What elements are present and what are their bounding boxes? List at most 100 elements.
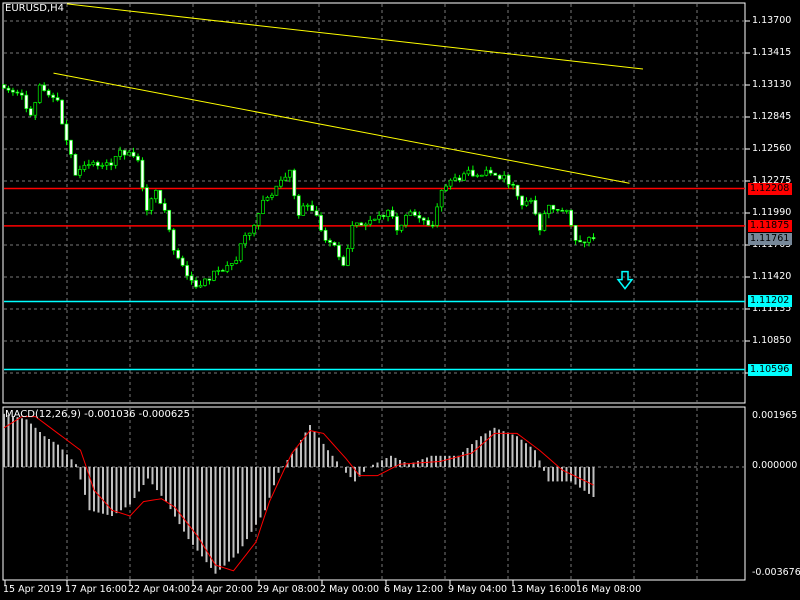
candle-body	[176, 250, 181, 259]
candle-body	[189, 275, 194, 281]
candle-body	[390, 209, 395, 217]
price-tick-label: 1.12845	[752, 111, 792, 122]
time-label: 17 Apr 16:00	[65, 584, 127, 595]
candle-body	[292, 169, 297, 197]
candle-body	[529, 199, 533, 202]
time-label: 16 May 08:00	[576, 584, 642, 595]
candle-body	[551, 204, 556, 210]
candle-body	[591, 237, 596, 240]
candle-body	[310, 204, 314, 212]
candle-body	[399, 224, 404, 231]
price-chart[interactable]	[0, 0, 800, 600]
candle-body	[524, 200, 529, 206]
time-label: 13 May 16:00	[511, 584, 577, 595]
candle-body	[538, 213, 542, 231]
candle-body	[488, 169, 493, 174]
candle-body	[444, 185, 448, 191]
time-label: 24 Apr 20:00	[191, 584, 253, 595]
candle-body	[238, 243, 243, 261]
candle-body	[533, 199, 538, 215]
candle-body	[274, 185, 279, 196]
candle-body	[55, 97, 60, 101]
candle-body	[363, 223, 368, 226]
candle-body	[194, 280, 198, 288]
candle-body	[104, 162, 109, 166]
candle-body	[413, 211, 417, 216]
candle-body	[408, 211, 413, 216]
candle-body	[136, 155, 140, 161]
candle-body	[256, 213, 261, 226]
candle-body	[158, 189, 163, 204]
candle-body	[162, 203, 167, 211]
candle-body	[6, 87, 11, 91]
candle-body	[180, 257, 185, 266]
candle-body	[404, 215, 408, 226]
level-price-tag: 1.12208	[748, 182, 792, 195]
time-label: 2 May 00:00	[320, 584, 380, 595]
level-price-tag: 1.11202	[748, 295, 792, 308]
candle-body	[78, 169, 82, 176]
candle-body	[118, 149, 122, 157]
candle-body	[167, 209, 172, 231]
candle-body	[457, 177, 462, 181]
price-tick-label: 1.13415	[752, 47, 792, 58]
level-price-tag: 1.10596	[748, 363, 792, 376]
candle-body	[69, 139, 73, 155]
candle-body	[145, 187, 149, 211]
candle-body	[560, 209, 565, 212]
candle-body	[185, 265, 189, 277]
candle-body	[171, 229, 176, 251]
candle-body	[37, 84, 42, 103]
candle-body	[319, 215, 323, 231]
candle-body	[381, 215, 386, 217]
candle-body	[20, 92, 24, 96]
candle-body	[515, 184, 520, 197]
candle-body	[511, 183, 515, 186]
current-price-tag: 1.11761	[748, 232, 792, 245]
time-label: 6 May 12:00	[384, 584, 444, 595]
candle-body	[493, 172, 498, 176]
price-tick-label: 1.11420	[752, 271, 792, 282]
level-price-tag: 1.11875	[748, 219, 792, 232]
candle-body	[346, 248, 350, 266]
price-tick-label: 1.13130	[752, 79, 792, 90]
candle-body	[261, 199, 265, 214]
candle-body	[435, 206, 440, 226]
candle-body	[323, 229, 328, 241]
time-label: 29 Apr 08:00	[257, 584, 319, 595]
candle-body	[587, 237, 591, 243]
candle-body	[332, 242, 337, 246]
candle-body	[247, 232, 252, 236]
candle-body	[243, 234, 248, 245]
candle-body	[386, 209, 390, 217]
candle-body	[109, 162, 114, 166]
time-label: 9 May 04:00	[448, 584, 508, 595]
trendline	[53, 72, 630, 184]
candle-body	[573, 225, 578, 241]
candle-body	[354, 222, 359, 226]
candle-body	[265, 196, 270, 201]
candle-body	[24, 94, 29, 109]
candle-body	[122, 149, 127, 156]
candle-body	[91, 161, 96, 165]
candle-body	[2, 84, 6, 89]
candle-body	[46, 90, 51, 96]
candle-body	[296, 195, 301, 216]
candle-body	[149, 198, 154, 211]
candle-body	[198, 285, 203, 288]
candle-body	[542, 213, 547, 231]
candle-body	[82, 164, 87, 170]
candle-body	[234, 260, 239, 264]
candle-body	[131, 151, 136, 157]
candle-body	[28, 108, 33, 116]
candle-body	[502, 174, 507, 180]
price-tick-label: 1.11990	[752, 207, 792, 218]
candle-body	[564, 209, 569, 212]
candle-body	[15, 91, 20, 94]
time-label: 15 Apr 2019	[3, 584, 62, 595]
candle-body	[216, 270, 221, 272]
candle-body	[341, 256, 346, 266]
candle-body	[506, 174, 511, 185]
candle-body	[569, 209, 574, 226]
candle-body	[279, 179, 283, 187]
